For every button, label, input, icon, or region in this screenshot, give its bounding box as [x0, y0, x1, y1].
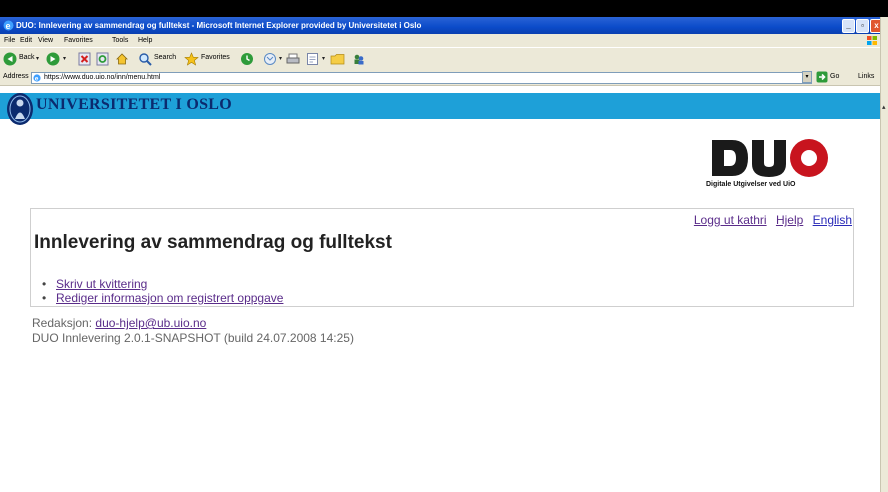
- address-url: https://www.duo.uio.no/inn/menu.html: [44, 74, 161, 81]
- links-button[interactable]: Links: [858, 73, 874, 80]
- english-link[interactable]: English: [813, 213, 852, 227]
- duo-subtitle: Digitale Utgivelser ved UiO: [706, 181, 796, 188]
- maximize-button[interactable]: ▫: [856, 19, 869, 33]
- mail-dropdown-icon[interactable]: ▾: [279, 55, 282, 62]
- list-item: Skriv ut kvittering: [40, 277, 283, 291]
- svg-text:e: e: [35, 76, 39, 82]
- search-label[interactable]: Search: [154, 54, 176, 61]
- menu-help[interactable]: Help: [138, 34, 152, 47]
- menu-view[interactable]: View: [38, 34, 53, 47]
- favorites-label[interactable]: Favorites: [201, 54, 230, 61]
- search-icon[interactable]: [138, 52, 152, 66]
- menu-edit[interactable]: Edit: [20, 34, 32, 47]
- minimize-button[interactable]: _: [842, 19, 855, 33]
- build-info: DUO Innlevering 2.0.1-SNAPSHOT (build 24…: [32, 331, 354, 345]
- address-bar: Address e https://www.duo.uio.no/inn/men…: [0, 70, 880, 86]
- editor-line: Redaksjon: duo-hjelp@ub.uio.no: [32, 316, 206, 330]
- svg-text:e: e: [6, 21, 11, 31]
- print-receipt-link[interactable]: Skriv ut kvittering: [56, 277, 147, 291]
- help-link[interactable]: Hjelp: [776, 213, 803, 227]
- university-name[interactable]: UNIVERSITETET I OSLO: [36, 96, 232, 114]
- print-icon[interactable]: [286, 52, 300, 66]
- back-label[interactable]: Back: [19, 54, 35, 61]
- ie-icon: e: [3, 20, 14, 31]
- address-label: Address: [3, 73, 29, 80]
- logout-link[interactable]: Logg ut kathri: [694, 213, 767, 227]
- menu-tools[interactable]: Tools: [112, 34, 128, 47]
- list-item: Rediger informasjon om registrert oppgav…: [40, 291, 283, 305]
- back-dropdown-icon[interactable]: ▾: [36, 55, 39, 62]
- favorites-star-icon[interactable]: [184, 52, 199, 66]
- home-icon[interactable]: [115, 52, 129, 66]
- window-title-bar[interactable]: e DUO: Innlevering av sammendrag og full…: [0, 17, 883, 34]
- editor-label: Redaksjon:: [32, 316, 93, 330]
- scroll-up-icon[interactable]: ▴: [882, 103, 886, 111]
- top-black-band: [0, 0, 888, 17]
- menu-file[interactable]: File: [4, 34, 15, 47]
- folder-icon[interactable]: [330, 52, 345, 66]
- stop-icon[interactable]: [78, 52, 91, 66]
- address-input[interactable]: e https://www.duo.uio.no/inn/menu.html: [31, 72, 812, 84]
- toolbar: Back ▾ ▾ Search Favorites ▾ ▾: [0, 47, 880, 71]
- window-title: DUO: Innlevering av sammendrag og fullte…: [16, 21, 422, 30]
- windows-flag-icon: [867, 36, 877, 45]
- page-heading: Innlevering av sammendrag og fulltekst: [34, 232, 392, 253]
- address-dropdown-icon[interactable]: ▾: [802, 71, 812, 83]
- menu-favorites[interactable]: Favorites: [64, 34, 93, 47]
- page-icon: e: [33, 74, 41, 82]
- history-icon[interactable]: [240, 52, 254, 66]
- menu-bar: File Edit View Favorites Tools Help: [0, 34, 880, 47]
- menu-list: Skriv ut kvittering Rediger informasjon …: [40, 277, 283, 305]
- mail-icon[interactable]: [263, 52, 277, 66]
- forward-dropdown-icon[interactable]: ▾: [63, 55, 66, 62]
- top-links: Logg ut kathri Hjelp English: [688, 213, 852, 227]
- editor-email-link[interactable]: duo-hjelp@ub.uio.no: [95, 316, 206, 330]
- back-arrow-icon[interactable]: [3, 52, 17, 66]
- messenger-icon[interactable]: [352, 52, 366, 66]
- vertical-scrollbar[interactable]: ▴: [880, 17, 888, 492]
- uio-seal-logo[interactable]: [6, 92, 34, 126]
- duo-logo[interactable]: [710, 136, 830, 180]
- edit-dropdown-icon[interactable]: ▾: [322, 55, 325, 62]
- go-button[interactable]: Go: [830, 73, 839, 80]
- forward-arrow-icon[interactable]: [46, 52, 60, 66]
- refresh-icon[interactable]: [96, 52, 109, 66]
- edit-page-icon[interactable]: [306, 52, 319, 66]
- edit-registration-link[interactable]: Rediger informasjon om registrert oppgav…: [56, 291, 283, 305]
- go-arrow-icon[interactable]: [816, 71, 828, 83]
